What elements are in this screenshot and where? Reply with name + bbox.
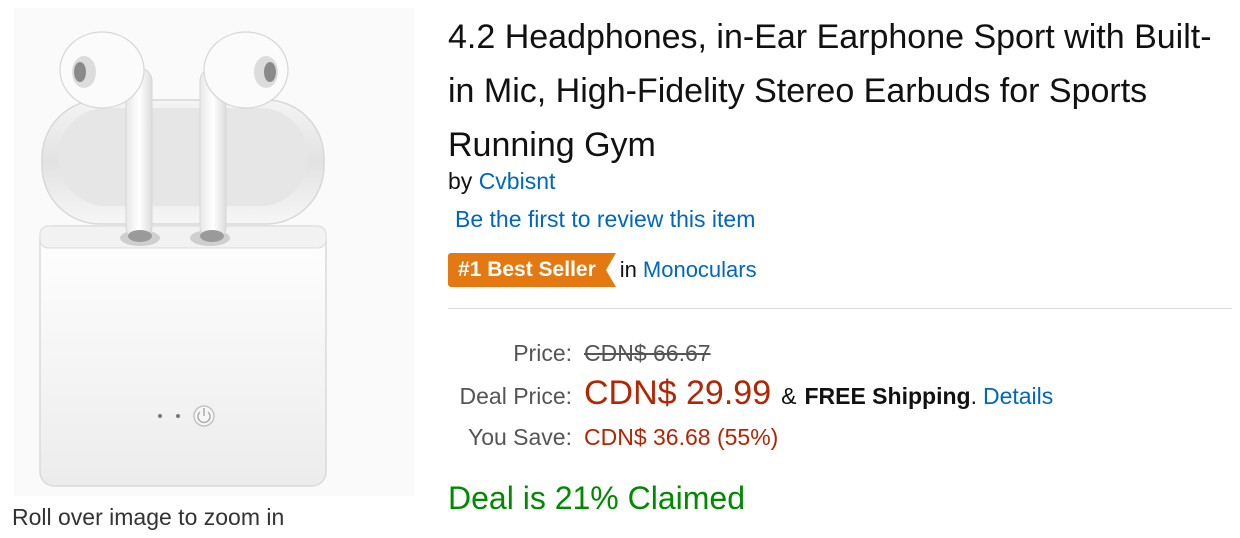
- product-image[interactable]: [14, 8, 414, 496]
- brand-link[interactable]: Cvbisnt: [479, 168, 556, 194]
- deal-claimed-status: Deal is 21% Claimed: [448, 480, 746, 516]
- product-info: 4.2 Headphones, in-Ear Earphone Sport wi…: [448, 0, 1234, 538]
- bestseller-badge[interactable]: #1 Best Seller: [448, 253, 616, 287]
- savings-amount: CDN$ 36.68 (55%): [584, 424, 779, 450]
- deal-price: CDN$ 29.99: [584, 374, 772, 412]
- review-link[interactable]: Be the first to review this item: [455, 206, 755, 233]
- zoom-hint: Roll over image to zoom in: [12, 504, 285, 530]
- list-price: CDN$ 66.67: [584, 340, 711, 366]
- product-page: Roll over image to zoom in 4.2 Headphone…: [0, 0, 1240, 538]
- savings-row: You Save: CDN$ 36.68 (55%): [448, 424, 778, 451]
- by-prefix: by: [448, 168, 473, 194]
- bestseller-row: #1 Best Seller in Monoculars: [448, 252, 757, 288]
- deal-price-row: Deal Price: CDN$ 29.99 & FREE Shipping .…: [448, 374, 1054, 413]
- save-label: You Save:: [467, 424, 572, 450]
- category-link[interactable]: Monoculars: [643, 257, 757, 283]
- free-shipping: FREE Shipping: [804, 383, 971, 409]
- image-column: Roll over image to zoom in: [0, 0, 418, 538]
- ampersand: &: [781, 383, 797, 409]
- deal-price-label: Deal Price:: [459, 383, 572, 409]
- period: .: [970, 383, 977, 409]
- divider: [448, 308, 1232, 309]
- byline: by Cvbisnt: [448, 168, 555, 195]
- price-label: Price:: [513, 340, 572, 366]
- bestseller-in-text: in: [619, 257, 637, 282]
- list-price-row: Price: CDN$ 66.67: [448, 340, 711, 367]
- details-link[interactable]: Details: [983, 383, 1053, 410]
- product-title: 4.2 Headphones, in-Ear Earphone Sport wi…: [448, 18, 1212, 164]
